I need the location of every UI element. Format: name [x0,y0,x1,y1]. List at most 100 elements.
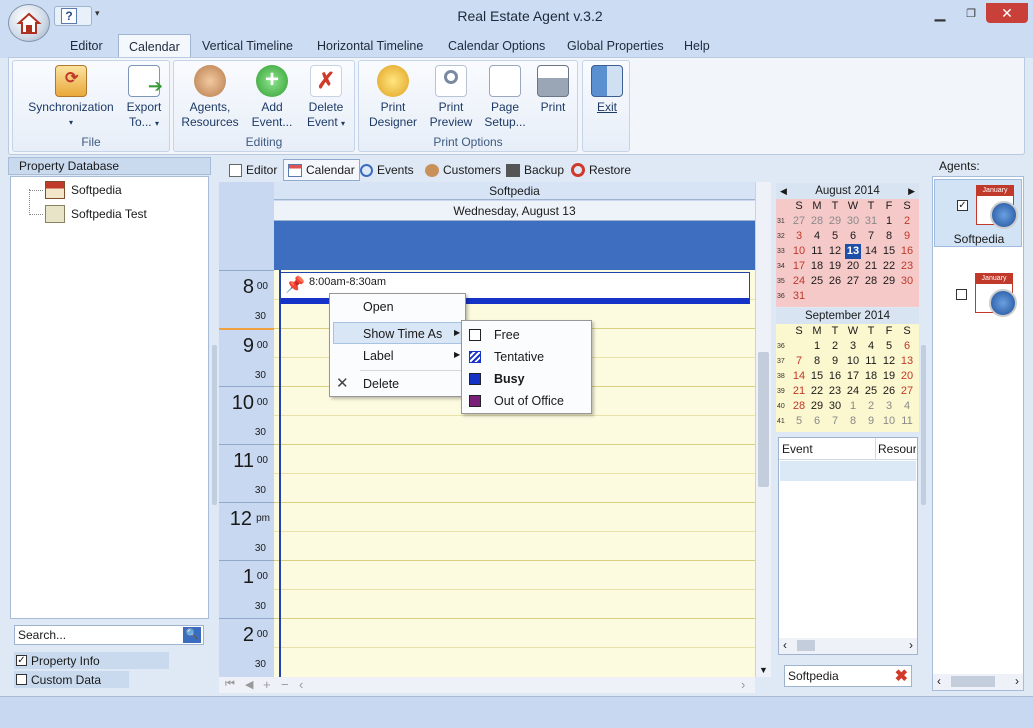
scroll-down-icon[interactable]: ▼ [759,665,768,675]
calendar-day[interactable]: 9 [827,354,843,369]
custom-data-checkbox[interactable]: Custom Data [14,671,129,688]
tree-item-softpedia-test[interactable]: Softpedia Test [45,203,147,225]
delete-event-button[interactable]: ✗ Delete Event ▾ [300,65,352,131]
scroll-left-icon[interactable]: ‹ [937,674,941,688]
agent-checkbox[interactable]: ✓ [957,200,968,211]
calendar-day[interactable]: 4 [863,339,879,354]
calendar-day[interactable]: 31 [863,214,879,229]
page-setup-button[interactable]: Page Setup... [479,65,531,130]
calendar-day[interactable]: 30 [827,399,843,414]
calendar-day[interactable]: 6 [845,229,861,244]
calendar-day[interactable]: 5 [827,229,843,244]
app-menu-button[interactable] [8,4,50,42]
calendar-day[interactable]: 4 [899,399,915,414]
calendar-day[interactable]: 22 [881,259,897,274]
calendar-day[interactable]: 18 [863,369,879,384]
agent-filter-field[interactable]: Softpedia ✖ [784,665,912,687]
calendar-day[interactable]: 7 [863,229,879,244]
menu-item-show-time-as[interactable]: Show Time As [363,323,442,345]
calendar-day[interactable]: 1 [809,339,825,354]
exit-button[interactable]: Exit [587,65,627,115]
calendar-day[interactable]: 2 [827,339,843,354]
calendar-day[interactable]: 16 [827,369,843,384]
tab-vertical-timeline[interactable]: Vertical Timeline [202,34,293,58]
view-tab-restore[interactable]: Restore [571,159,631,181]
calendar-day[interactable]: 20 [845,259,861,274]
clear-filter-icon[interactable]: ✖ [895,667,908,687]
table-row[interactable] [780,461,916,481]
view-tab-events[interactable]: Events [360,159,414,181]
print-button[interactable]: Print [531,65,575,115]
calendar-day[interactable]: 24 [845,384,861,399]
calendar-day[interactable]: 1 [845,399,861,414]
tab-calendar[interactable]: Calendar [118,34,191,58]
calendar-day[interactable]: 9 [863,414,879,429]
calendar-day[interactable]: 29 [827,214,843,229]
calendar-day[interactable]: 22 [809,384,825,399]
event-column-header[interactable]: Event [782,442,813,456]
first-icon[interactable]: ⏮ [225,678,235,691]
scroll-right-icon[interactable]: › [1015,674,1019,688]
calendar-day[interactable]: 5 [881,339,897,354]
submenu-item-out-of-office[interactable]: Out of Office [494,390,564,412]
calendar-day[interactable]: 11 [809,244,825,259]
calendar-day[interactable]: 6 [899,339,915,354]
tab-calendar-options[interactable]: Calendar Options [448,34,545,58]
tab-help[interactable]: Help [684,34,710,58]
calendar-day[interactable]: 26 [881,384,897,399]
calendar-day[interactable]: 10 [791,244,807,259]
calendar-day[interactable]: 24 [791,274,807,289]
minus-icon[interactable]: − [281,677,289,692]
calendar-day[interactable]: 27 [791,214,807,229]
calendar-day[interactable]: 12 [881,354,897,369]
calendar-day[interactable]: 25 [863,384,879,399]
calendar-day[interactable]: 14 [791,369,807,384]
calendar-day[interactable]: 19 [827,259,843,274]
collapse-left-icon[interactable] [772,182,776,432]
calendar-day[interactable]: 13 [899,354,915,369]
scroll-right-icon[interactable]: › [741,677,745,692]
calendar-day[interactable]: 4 [809,229,825,244]
calendar-day[interactable]: 10 [881,414,897,429]
tab-editor[interactable]: Editor [70,34,103,58]
calendar-day[interactable]: 9 [899,229,915,244]
calendar-day[interactable]: 15 [881,244,897,259]
calendar-day[interactable]: 13 [845,244,861,259]
scroll-thumb[interactable] [758,352,769,487]
submenu-item-free[interactable]: Free [494,324,520,346]
scroll-right-icon[interactable]: › [909,638,913,652]
calendar-day[interactable]: 30 [845,214,861,229]
print-designer-button[interactable]: Print Designer [365,65,421,130]
menu-item-open[interactable]: Open [363,296,394,318]
add-event-button[interactable]: + Add Event... [246,65,298,130]
calendar-day[interactable]: 18 [809,259,825,274]
view-tab-calendar[interactable]: Calendar [283,159,360,181]
calendar-day[interactable]: 1 [881,214,897,229]
calendar-day[interactable]: 29 [881,274,897,289]
splitter[interactable] [921,345,926,505]
calendar-day[interactable]: 19 [881,369,897,384]
vertical-scrollbar[interactable]: ▼ [755,182,771,677]
calendar-day[interactable]: 27 [845,274,861,289]
print-preview-button[interactable]: Print Preview [425,65,477,130]
calendar-day[interactable]: 8 [881,229,897,244]
view-tab-editor[interactable]: Editor [229,159,277,181]
property-search-input[interactable]: Search... 🔍 [14,625,204,645]
calendar-day[interactable]: 12 [827,244,843,259]
calendar-day[interactable]: 6 [809,414,825,429]
calendar-day[interactable]: 7 [827,414,843,429]
synchronization-button[interactable]: ⟳ Synchronization ▾ [19,65,123,130]
calendar-day[interactable]: 10 [845,354,861,369]
tab-horizontal-timeline[interactable]: Horizontal Timeline [317,34,423,58]
export-to-button[interactable]: ➔ Export To... ▾ [119,65,169,131]
scroll-left-icon[interactable]: ‹ [783,638,787,652]
menu-item-delete[interactable]: Delete [363,373,399,395]
calendar-day[interactable]: 28 [809,214,825,229]
calendar-day[interactable]: 17 [791,259,807,274]
calendar-day[interactable]: 17 [845,369,861,384]
calendar-day[interactable]: 3 [791,229,807,244]
help-icon[interactable]: ? [61,8,77,24]
calendar-day[interactable]: 2 [899,214,915,229]
calendar-day[interactable]: 2 [863,399,879,414]
calendar-day[interactable]: 20 [899,369,915,384]
